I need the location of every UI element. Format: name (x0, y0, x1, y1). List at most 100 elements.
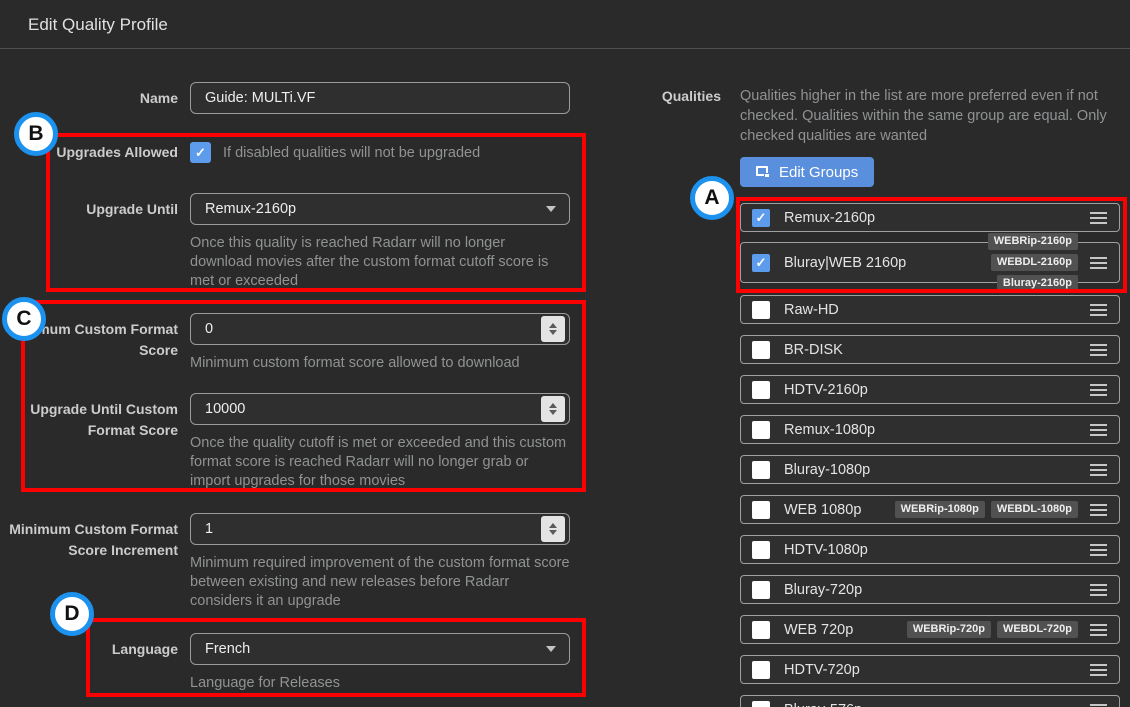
modal-title: Edit Quality Profile (0, 0, 1130, 49)
quality-row[interactable]: ✓ Bluray-576p (740, 695, 1120, 707)
quality-checkbox[interactable]: ✓ (752, 701, 770, 707)
quality-label: Remux-2160p (784, 210, 875, 226)
qualities-help: Qualities higher in the list are more pr… (740, 86, 1120, 146)
drag-handle-icon[interactable] (1090, 701, 1108, 707)
min-cf-score-increment-field (190, 513, 570, 545)
quality-checkbox[interactable]: ✓ (752, 541, 770, 559)
drag-handle-icon[interactable] (1090, 421, 1108, 439)
quality-checkbox[interactable]: ✓ (752, 661, 770, 679)
check-icon: ✓ (756, 256, 767, 269)
drag-handle-icon[interactable] (1090, 661, 1108, 679)
upgrades-allowed-checkbox[interactable]: ✓ (190, 142, 211, 163)
quality-label: Bluray-576p (784, 702, 862, 707)
upgrades-allowed-label: Upgrades Allowed (0, 142, 178, 163)
number-spinner[interactable] (541, 516, 565, 542)
quality-badge: WEBDL-720p (997, 621, 1078, 638)
drag-handle-icon[interactable] (1090, 581, 1108, 599)
quality-row[interactable]: ✓ HDTV-2160p (740, 375, 1120, 404)
quality-badges: WEBRip-1080p WEBDL-1080p (895, 501, 1078, 518)
check-icon: ✓ (195, 146, 206, 159)
quality-label: HDTV-2160p (784, 382, 868, 398)
quality-label: Raw-HD (784, 302, 839, 318)
edit-groups-button[interactable]: Edit Groups (740, 157, 874, 187)
edit-quality-profile-modal: Edit Quality Profile Name Upgrades Allow… (0, 0, 1130, 707)
min-cf-score-input[interactable] (191, 314, 569, 344)
quality-row[interactable]: ✓ BR-DISK (740, 335, 1120, 364)
profile-form: Name Upgrades Allowed ✓ If disabled qual… (0, 50, 620, 693)
drag-handle-icon[interactable] (1090, 254, 1108, 272)
upgrade-until-label: Upgrade Until (0, 193, 178, 291)
quality-row[interactable]: ✓ Remux-2160p (740, 203, 1120, 232)
drag-handle-icon[interactable] (1090, 209, 1108, 227)
drag-handle-icon[interactable] (1090, 381, 1108, 399)
number-spinner[interactable] (541, 396, 565, 422)
upgrade-until-cf-score-field (190, 393, 570, 425)
quality-checkbox[interactable]: ✓ (752, 341, 770, 359)
spinner-down-icon[interactable] (549, 410, 557, 415)
quality-label: BR-DISK (784, 342, 843, 358)
quality-badge: WEBDL-1080p (991, 501, 1078, 518)
quality-label: WEB 720p (784, 622, 853, 638)
upgrade-until-help: Once this quality is reached Radarr will… (190, 234, 570, 291)
drag-handle-icon[interactable] (1090, 301, 1108, 319)
spinner-up-icon[interactable] (549, 403, 557, 408)
spinner-down-icon[interactable] (549, 330, 557, 335)
qualities-label: Qualities (650, 86, 721, 146)
drag-handle-icon[interactable] (1090, 501, 1108, 519)
spinner-up-icon[interactable] (549, 323, 557, 328)
quality-checkbox[interactable]: ✓ (752, 301, 770, 319)
check-icon: ✓ (756, 211, 767, 224)
quality-label: WEB 1080p (784, 502, 861, 518)
quality-label: Bluray|WEB 2160p (784, 255, 906, 271)
quality-checkbox[interactable]: ✓ (752, 581, 770, 599)
min-cf-score-label: Minimum Custom Format Score (0, 313, 178, 373)
upgrade-until-cf-score-input[interactable] (191, 394, 569, 424)
upgrade-until-cf-score-help: Once the quality cutoff is met or exceed… (190, 434, 570, 491)
number-spinner[interactable] (541, 316, 565, 342)
quality-row[interactable]: ✓ Bluray-720p (740, 575, 1120, 604)
quality-row[interactable]: ✓ Bluray-1080p (740, 455, 1120, 484)
quality-checkbox[interactable]: ✓ (752, 621, 770, 639)
quality-row[interactable]: ✓ WEB 1080p WEBRip-1080p WEBDL-1080p (740, 495, 1120, 524)
language-help: Language for Releases (190, 674, 570, 693)
quality-row[interactable]: ✓ WEB 720p WEBRip-720p WEBDL-720p (740, 615, 1120, 644)
drag-handle-icon[interactable] (1090, 461, 1108, 479)
quality-checkbox[interactable]: ✓ (752, 421, 770, 439)
language-label: Language (0, 633, 178, 693)
drag-handle-icon[interactable] (1090, 541, 1108, 559)
quality-row[interactable]: ✓ HDTV-1080p (740, 535, 1120, 564)
upgrade-until-value: Remux-2160p (205, 201, 296, 217)
name-label: Name (0, 82, 178, 114)
quality-row[interactable]: ✓ HDTV-720p (740, 655, 1120, 684)
quality-row[interactable]: ✓ Remux-1080p (740, 415, 1120, 444)
qualities-list: ✓ Remux-2160p ✓ Bluray|WEB 2160p WEBRip-… (740, 203, 1120, 707)
drag-handle-icon[interactable] (1090, 341, 1108, 359)
name-input[interactable] (190, 82, 570, 114)
quality-badges: WEBRip-2160p WEBDL-2160p Bluray-2160p (906, 233, 1078, 292)
spinner-down-icon[interactable] (549, 530, 557, 535)
quality-checkbox[interactable]: ✓ (752, 501, 770, 519)
object-group-icon (756, 166, 770, 178)
quality-row[interactable]: ✓ Bluray|WEB 2160p WEBRip-2160p WEBDL-21… (740, 242, 1120, 283)
drag-handle-icon[interactable] (1090, 621, 1108, 639)
chevron-down-icon (546, 646, 556, 652)
quality-label: Remux-1080p (784, 422, 875, 438)
quality-badge: Bluray-2160p (997, 275, 1078, 292)
quality-badge: WEBRip-720p (907, 621, 991, 638)
qualities-section: Qualities Qualities higher in the list a… (650, 86, 1128, 707)
quality-checkbox[interactable]: ✓ (752, 209, 770, 227)
min-cf-score-increment-help: Minimum required improvement of the cust… (190, 554, 570, 611)
min-cf-score-increment-input[interactable] (191, 514, 569, 544)
quality-row[interactable]: ✓ Raw-HD (740, 295, 1120, 324)
upgrade-until-select[interactable]: Remux-2160p (190, 193, 570, 225)
quality-checkbox[interactable]: ✓ (752, 254, 770, 272)
quality-checkbox[interactable]: ✓ (752, 461, 770, 479)
min-cf-score-increment-label: Minimum Custom Format Score Increment (0, 513, 178, 611)
min-cf-score-help: Minimum custom format score allowed to d… (190, 354, 570, 373)
quality-checkbox[interactable]: ✓ (752, 381, 770, 399)
edit-groups-label: Edit Groups (779, 164, 858, 181)
quality-badge: WEBDL-2160p (991, 254, 1078, 271)
language-value: French (205, 641, 250, 657)
spinner-up-icon[interactable] (549, 523, 557, 528)
language-select[interactable]: French (190, 633, 570, 665)
